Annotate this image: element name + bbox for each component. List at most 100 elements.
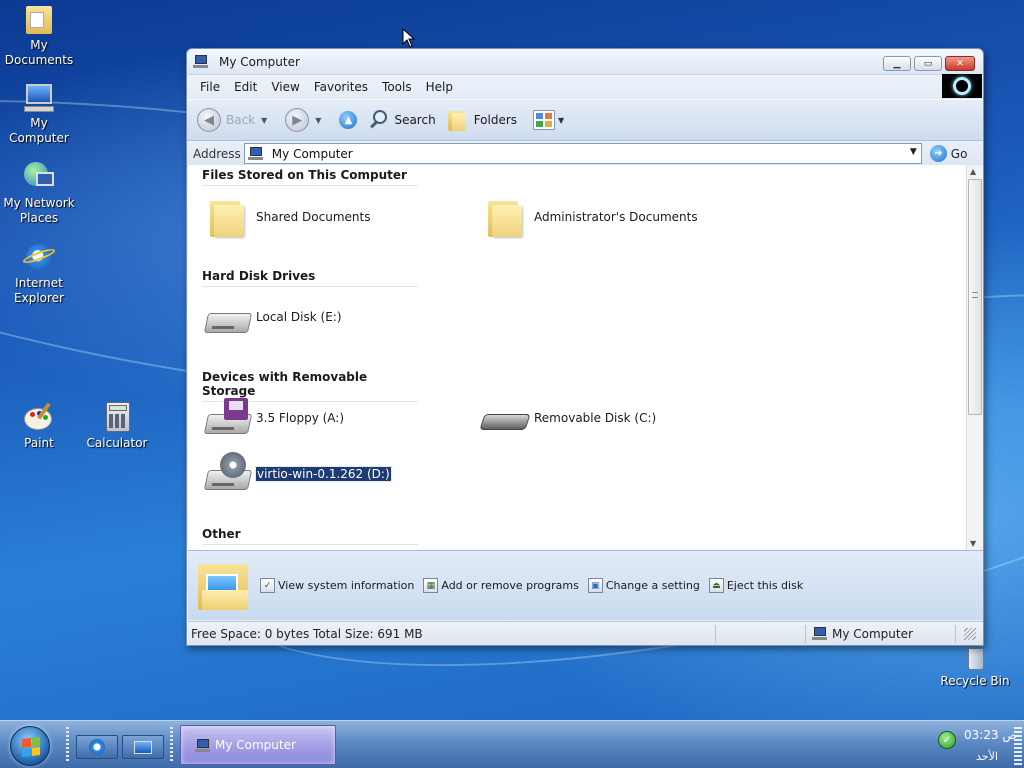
eject-icon: ⏏ <box>708 578 724 593</box>
desktop-icon-label: My Documents <box>4 38 74 67</box>
item-removable-disk-c[interactable]: Removable Disk (C:) <box>479 396 656 440</box>
taskbar-button-label: My Computer <box>215 738 296 752</box>
scroll-down-icon[interactable]: ▼ <box>970 539 976 548</box>
views-button[interactable]: ▼ <box>533 110 564 130</box>
computer-icon <box>22 82 56 114</box>
forward-button[interactable]: ▶ ▼ <box>285 108 329 132</box>
task-label: Change a setting <box>605 579 700 592</box>
menu-view[interactable]: View <box>264 80 306 94</box>
clock-time[interactable]: 03:23 ص <box>964 728 1017 742</box>
address-label: Address <box>193 146 241 161</box>
system-folder-icon <box>196 560 252 612</box>
desktop-icon-label: Recycle Bin <box>940 674 1010 688</box>
folders-button[interactable]: Folders <box>446 109 517 131</box>
menu-edit[interactable]: Edit <box>227 80 264 94</box>
start-button[interactable] <box>10 726 50 766</box>
item-label: Shared Documents <box>256 210 371 224</box>
go-button[interactable]: ➜ Go <box>929 145 968 162</box>
search-label: Search <box>394 113 436 127</box>
maximize-button[interactable]: ▭ <box>914 56 942 71</box>
chevron-down-icon[interactable]: ▼ <box>315 116 321 125</box>
system-tray: ✓ 03:23 ص الأحد <box>928 723 1024 767</box>
resize-grip[interactable] <box>964 627 976 640</box>
folder-icon <box>202 195 250 239</box>
menu-file[interactable]: File <box>193 80 227 94</box>
folder-icon <box>480 195 528 239</box>
up-folder-button[interactable]: ▲ <box>339 111 358 129</box>
my-computer-icon <box>195 738 210 752</box>
desktop-icon-my-computer[interactable]: My Computer <box>0 82 78 146</box>
group-header-other: Other <box>202 527 418 545</box>
status-location: My Computer <box>806 624 956 643</box>
search-icon <box>367 109 389 131</box>
item-label-selected: virtio-win-0.1.262 (D:) <box>255 466 392 482</box>
group-header-files: Files Stored on This Computer <box>202 168 418 186</box>
taskbar-grip[interactable] <box>66 727 69 763</box>
address-input[interactable]: My Computer ▼ <box>243 143 922 164</box>
go-arrow-icon: ➜ <box>929 145 947 162</box>
back-button[interactable]: ◀ Back ▼ <box>197 108 275 132</box>
standard-toolbar: ◀ Back ▼ ▶ ▼ ▲ Search Folders ▼ <box>187 99 983 141</box>
task-eject-disk[interactable]: ⏏ Eject this disk <box>708 578 804 593</box>
back-label: Back <box>226 113 256 127</box>
desktop-icon-label: Calculator <box>86 436 148 450</box>
my-computer-icon <box>247 147 263 160</box>
menu-tools[interactable]: Tools <box>375 80 419 94</box>
desktop-icon-label: My Network Places <box>3 196 75 225</box>
item-administrators-documents[interactable]: Administrator's Documents <box>480 195 698 239</box>
quicklaunch-internet-explorer[interactable] <box>76 735 118 759</box>
go-label: Go <box>950 146 968 161</box>
item-local-disk-e[interactable]: Local Disk (E:) <box>202 295 342 339</box>
scroll-up-icon[interactable]: ▲ <box>970 167 976 176</box>
checklist-icon: ✓ <box>260 578 275 593</box>
desktop-icon-label: My Computer <box>9 116 69 145</box>
desktop-icon-recycle-bin[interactable]: Recycle Bin <box>936 646 1014 689</box>
desktop-icon-calculator[interactable]: Calculator <box>78 402 156 451</box>
scroll-thumb[interactable] <box>968 179 982 415</box>
show-desktop-icon <box>134 740 152 754</box>
folders-label: Folders <box>473 113 518 127</box>
task-label: Eject this disk <box>726 579 804 592</box>
recycle-bin-icon <box>958 646 992 672</box>
taskbar-grip[interactable] <box>170 727 173 763</box>
desktop-icon-paint[interactable]: Paint <box>0 402 78 451</box>
item-shared-documents[interactable]: Shared Documents <box>202 195 370 239</box>
quicklaunch-show-desktop[interactable] <box>122 735 164 759</box>
vertical-scrollbar[interactable]: ▲ ▼ <box>966 165 983 550</box>
item-virtio-win-d[interactable]: virtio-win-0.1.262 (D:) <box>202 452 392 496</box>
window-titlebar[interactable]: My Computer ▁ ▭ ✕ <box>187 49 983 75</box>
task-change-setting[interactable]: ▣ Change a setting <box>587 578 700 593</box>
chevron-down-icon[interactable]: ▼ <box>261 116 267 125</box>
safely-remove-hardware-icon[interactable]: ✓ <box>938 731 956 749</box>
status-bar: Free Space: 0 bytes Total Size: 691 MB M… <box>188 621 983 645</box>
floppy-drive-icon <box>202 396 253 440</box>
minimize-button[interactable]: ▁ <box>883 56 911 71</box>
desktop-icon-my-network-places[interactable]: My Network Places <box>0 162 78 226</box>
up-arrow-icon: ▲ <box>339 111 358 129</box>
desktop-icon-my-documents[interactable]: My Documents <box>0 4 78 68</box>
close-button[interactable]: ✕ <box>945 56 975 71</box>
desktop-icon-internet-explorer[interactable]: Internet Explorer <box>0 242 78 306</box>
taskbar: My Computer ✓ 03:23 ص الأحد <box>0 720 1024 768</box>
views-icon <box>533 110 556 130</box>
paint-palette-icon <box>22 402 56 434</box>
control-panel-icon: ▣ <box>587 578 603 593</box>
task-view-system-information[interactable]: ✓ View system information <box>260 578 414 593</box>
item-floppy-a[interactable]: 3.5 Floppy (A:) <box>202 396 344 440</box>
status-empty-panel <box>716 624 806 643</box>
desktop-icon-label: Paint <box>24 436 54 450</box>
hard-drive-icon <box>202 295 253 339</box>
task-add-remove-programs[interactable]: ▦ Add or remove programs <box>423 578 579 593</box>
item-label: 3.5 Floppy (A:) <box>256 411 345 425</box>
taskbar-button-my-computer[interactable]: My Computer <box>180 725 336 765</box>
menu-favorites[interactable]: Favorites <box>307 80 375 94</box>
calculator-icon <box>100 402 134 434</box>
address-value: My Computer <box>271 146 353 161</box>
menu-help[interactable]: Help <box>419 80 460 94</box>
network-globe-icon <box>22 162 56 194</box>
chevron-down-icon[interactable]: ▼ <box>910 147 917 157</box>
task-label: Add or remove programs <box>441 579 579 592</box>
chevron-down-icon: ▼ <box>558 115 565 125</box>
search-button[interactable]: Search <box>367 109 436 131</box>
window-title: My Computer <box>219 54 300 69</box>
